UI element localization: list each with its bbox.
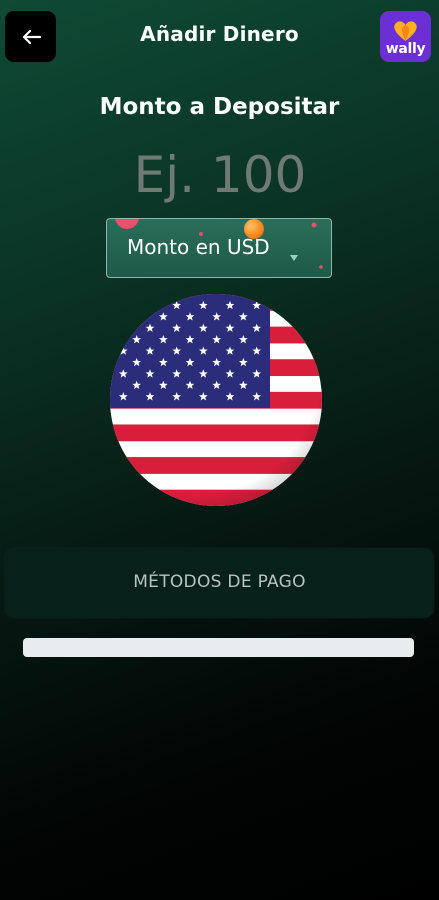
loading-placeholder-bar xyxy=(23,638,414,657)
wally-logo: wally xyxy=(380,11,431,62)
deposit-amount-label: Monto a Depositar xyxy=(99,94,340,120)
amount-input[interactable] xyxy=(60,140,380,210)
currency-select[interactable]: Monto en USD xyxy=(106,218,332,278)
us-flag-icon xyxy=(110,294,322,506)
currency-label: Monto en USD xyxy=(127,235,270,259)
app-header: Añadir Dinero wally xyxy=(0,0,439,72)
payment-methods-card[interactable]: MÉTODOS DE PAGO xyxy=(5,548,434,618)
payment-methods-label: MÉTODOS DE PAGO xyxy=(133,572,306,592)
logo-text: wally xyxy=(385,41,426,57)
confetti-ball xyxy=(244,219,264,239)
page-title: Añadir Dinero xyxy=(140,22,299,46)
chevron-down-icon xyxy=(290,255,298,261)
